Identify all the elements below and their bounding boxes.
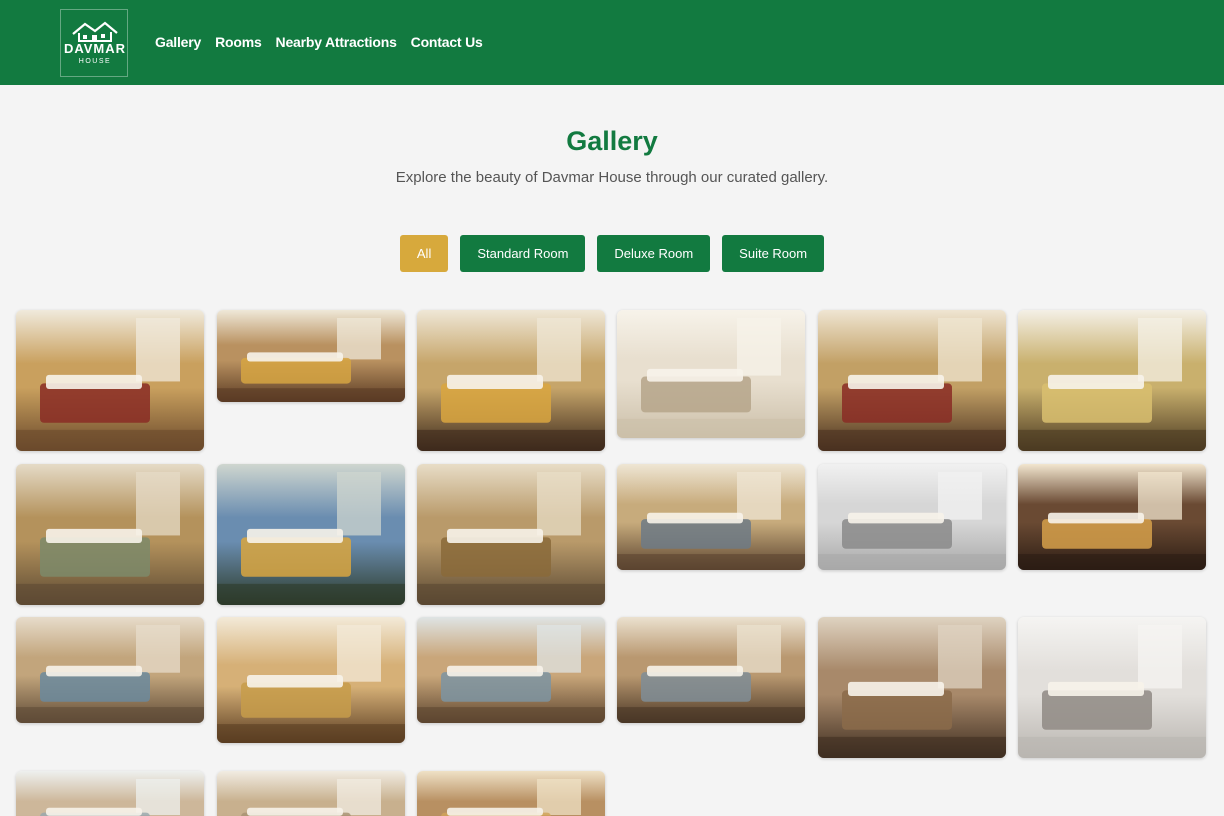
photo-scene [16, 472, 204, 605]
page-title: Gallery [566, 126, 658, 156]
filter-deluxe-room-button[interactable]: Deluxe Room [597, 235, 711, 272]
gallery-photo-bedroom-mountain-view[interactable] [16, 617, 204, 723]
nav-rooms-link[interactable]: Rooms [215, 34, 262, 50]
photo-scene [617, 625, 805, 723]
filter-standard-room-button[interactable]: Standard Room [460, 235, 586, 272]
gallery-photo-bathroom-marble-grey[interactable] [818, 464, 1006, 570]
photo-scene [1018, 318, 1206, 451]
gallery-photo-room-ceiling-ac[interactable] [217, 771, 405, 816]
filter-all-button[interactable]: All [399, 235, 449, 272]
photo-scene [417, 625, 605, 723]
photo-scene [818, 472, 1006, 570]
photo-scene [1018, 625, 1206, 758]
gallery-photo-bathroom-dark-vanity[interactable] [1018, 464, 1206, 570]
gallery-photo-bedroom-lake-balcony[interactable] [16, 464, 204, 605]
photo-scene [617, 318, 805, 438]
gallery-photo-bathroom-shower[interactable] [617, 310, 805, 438]
nav-nearby-attractions-link[interactable]: Nearby Attractions [276, 34, 397, 50]
nav-contact-us-link[interactable]: Contact Us [411, 34, 483, 50]
photo-scene [217, 318, 405, 402]
house-icon [72, 21, 118, 42]
photo-scene [16, 318, 204, 451]
gallery-photo-bedroom-fireplace-tv[interactable] [617, 617, 805, 723]
gallery-photo-bedroom-bright-gold[interactable] [217, 617, 405, 743]
photo-scene [417, 472, 605, 605]
gallery-photo-bedroom-with-tv[interactable] [617, 464, 805, 570]
gallery-photo-window-lake-view[interactable] [417, 617, 605, 723]
photo-scene [441, 779, 581, 816]
page-subtitle: Explore the beauty of Davmar House throu… [395, 169, 829, 186]
photo-scene [417, 318, 605, 451]
nav-gallery-link[interactable]: Gallery [155, 34, 201, 50]
gallery-photo-room-window-bright[interactable] [16, 771, 204, 816]
davmar-logo[interactable]: DAVMAR HOUSE [60, 9, 128, 77]
gallery-photo-bedroom-red-rug[interactable] [16, 310, 204, 451]
site-header: DAVMAR HOUSE Gallery Rooms Nearby Attrac… [0, 0, 1224, 85]
photo-scene [617, 472, 805, 570]
gallery-photo-suite-sitting-area[interactable] [417, 464, 605, 605]
gallery-photo-bedroom-window-curtains[interactable] [818, 310, 1006, 451]
photo-scene [1018, 472, 1206, 570]
logo-subtitle: HOUSE [78, 58, 112, 65]
photo-scene [818, 625, 1006, 758]
gallery-photo-bedroom-tall-headboard[interactable] [417, 310, 605, 451]
photo-scene [241, 779, 381, 816]
gallery-photo-bedroom-headboard-lamps[interactable] [417, 771, 605, 816]
gallery-filters: All Standard Room Deluxe Room Suite Room [0, 235, 1224, 272]
photo-scene [217, 625, 405, 743]
gallery-photo-bathroom-freestanding-tub[interactable] [1018, 617, 1206, 758]
photo-scene [40, 779, 180, 816]
photo-scene [16, 625, 204, 723]
logo-name: DAVMAR [63, 41, 127, 56]
gallery-photo-bedroom-twin-beds[interactable] [217, 310, 405, 402]
photo-scene [217, 472, 405, 605]
photo-scene [818, 318, 1006, 451]
gallery-photo-suite-tartan-carpet[interactable] [818, 617, 1006, 758]
gallery-photo-bed-pillows-closeup[interactable] [1018, 310, 1206, 451]
main-nav: Gallery Rooms Nearby Attractions Contact… [155, 34, 483, 50]
gallery-photo-balcony-lake-view[interactable] [217, 464, 405, 605]
filter-suite-room-button[interactable]: Suite Room [722, 235, 825, 272]
